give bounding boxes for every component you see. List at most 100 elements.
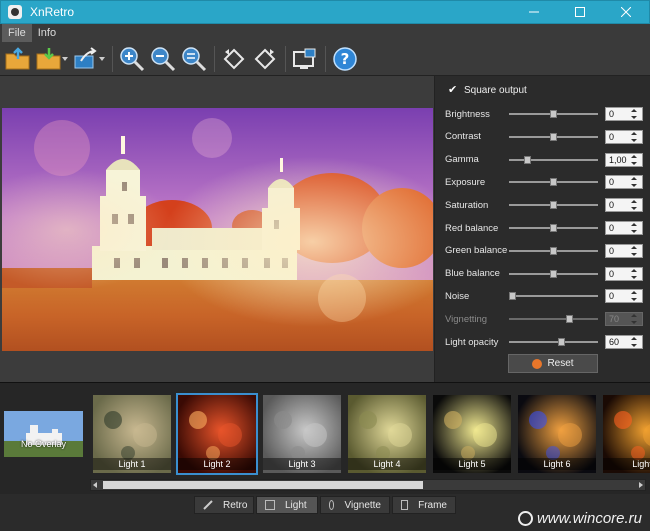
tab-vignette[interactable]: Vignette: [320, 496, 390, 514]
spinner-arrows-icon[interactable]: [631, 109, 640, 119]
adjustment-value-spinner[interactable]: 0: [605, 129, 643, 144]
adjustment-value-spinner[interactable]: 0: [605, 289, 643, 304]
save-button[interactable]: [35, 45, 63, 73]
adjustment-label: Brightness: [445, 108, 490, 120]
horizontal-scrollbar[interactable]: [90, 479, 646, 491]
scroll-right-icon[interactable]: [639, 482, 643, 488]
preview-image[interactable]: [2, 108, 433, 351]
close-icon: [621, 7, 631, 17]
spinner-arrows-icon[interactable]: [631, 200, 640, 211]
adjustment-value-spinner[interactable]: 0: [605, 221, 643, 235]
adjustment-slider[interactable]: [509, 268, 598, 280]
slider-thumb[interactable]: [558, 338, 565, 346]
close-button[interactable]: [603, 1, 649, 23]
adjustment-slider[interactable]: [509, 336, 598, 348]
export-dropdown-arrow[interactable]: [99, 56, 105, 61]
square-output-option[interactable]: ✔ Square output: [448, 85, 527, 97]
maximize-button[interactable]: [557, 1, 603, 23]
tab-retro[interactable]: Retro: [194, 496, 254, 514]
tab-frame[interactable]: Frame: [392, 496, 456, 514]
adjustment-value-spinner[interactable]: 0: [605, 243, 643, 258]
adjustment-slider[interactable]: [509, 154, 598, 166]
reset-button[interactable]: Reset: [508, 354, 598, 373]
open-button[interactable]: [4, 45, 32, 73]
slider-thumb[interactable]: [524, 155, 531, 164]
slider-thumb[interactable]: [550, 178, 557, 187]
adjustment-label: Contrast: [445, 131, 481, 143]
spinner-arrows-icon[interactable]: [631, 245, 640, 256]
adjustment-value-spinner[interactable]: 1,00: [605, 152, 643, 167]
adjustment-label: Saturation: [445, 199, 489, 211]
zoom-out-button[interactable]: [149, 45, 177, 73]
slider-thumb[interactable]: [550, 201, 557, 210]
spinner-arrows-icon[interactable]: [631, 223, 640, 233]
adjustment-value-spinner: 70: [605, 312, 643, 327]
rotate-left-button[interactable]: [220, 45, 248, 73]
overlay-thumbnail[interactable]: Light 2: [176, 393, 258, 475]
overlay-label: Light 6: [518, 458, 596, 470]
svg-text:?: ?: [341, 50, 350, 68]
overlay-label: Light 4: [348, 458, 426, 470]
slider-thumb[interactable]: [550, 269, 557, 278]
overlay-thumbnail[interactable]: Light: [603, 395, 650, 473]
square-output-checkbox[interactable]: ✔: [448, 85, 459, 96]
adjustment-slider[interactable]: [509, 108, 598, 120]
no-overlay-thumbnail[interactable]: No Overlay: [4, 411, 83, 457]
scroll-left-icon[interactable]: [93, 482, 97, 488]
fullscreen-icon: [293, 48, 316, 69]
adjustment-slider[interactable]: [509, 245, 598, 257]
watermark-logo-icon: [517, 511, 533, 526]
slider-thumb[interactable]: [550, 110, 557, 118]
adjustment-row: Noise 0: [445, 288, 645, 304]
minimize-button[interactable]: [511, 1, 557, 23]
overlay-thumbnail[interactable]: Light 1: [93, 395, 171, 473]
spinner-arrows-icon[interactable]: [631, 337, 640, 347]
slider-thumb[interactable]: [509, 292, 516, 301]
overlay-thumbnail[interactable]: Light 4: [348, 395, 426, 473]
menu-file[interactable]: File: [2, 24, 32, 42]
spinner-arrows-icon[interactable]: [631, 291, 640, 302]
adjustment-value-spinner[interactable]: 0: [605, 198, 643, 213]
adjustment-row: Green balance 0: [445, 243, 645, 259]
zoom-fit-button[interactable]: [180, 45, 208, 73]
spinner-arrows-icon[interactable]: [631, 154, 640, 165]
help-button[interactable]: ?: [331, 45, 359, 73]
overlay-thumbnail[interactable]: Light 5: [433, 395, 511, 473]
adjustment-slider[interactable]: [509, 176, 598, 188]
adjustment-row: Light opacity 60: [445, 334, 645, 350]
folder-open-icon: [5, 46, 30, 69]
slider-thumb[interactable]: [550, 224, 557, 232]
zoom-out-icon: [151, 46, 176, 71]
slider-thumb[interactable]: [550, 132, 557, 141]
save-dropdown-arrow[interactable]: [62, 56, 68, 61]
slider-thumb[interactable]: [550, 246, 557, 255]
export-button[interactable]: [72, 45, 100, 73]
adjustments-panel: ✔ Square output Brightness 0 Contrast 0 Gamm…: [436, 76, 650, 382]
spinner-arrows-icon[interactable]: [631, 131, 640, 142]
adjustment-slider[interactable]: [509, 199, 598, 211]
zoom-in-button[interactable]: [118, 45, 146, 73]
adjustment-value-spinner[interactable]: 0: [605, 107, 643, 121]
minimize-icon: [529, 11, 539, 13]
toolbar-separator: [285, 45, 286, 72]
menu-info[interactable]: Info: [32, 24, 62, 42]
overlay-thumbnail[interactable]: Light 3: [263, 395, 341, 473]
toolbar-separator: [112, 45, 113, 72]
slider-track: [509, 318, 598, 321]
adjustment-slider[interactable]: [509, 222, 598, 234]
adjustment-slider[interactable]: [509, 290, 598, 302]
scrollbar-thumb[interactable]: [103, 481, 423, 489]
tab-light[interactable]: Light: [256, 496, 318, 514]
adjustment-value: 1,00: [609, 154, 627, 165]
rotate-right-button[interactable]: [251, 45, 279, 73]
rotate-right-icon: [254, 48, 276, 69]
adjustment-value-spinner[interactable]: 0: [605, 266, 643, 281]
fullscreen-button[interactable]: [291, 45, 319, 73]
spinner-arrows-icon[interactable]: [631, 268, 640, 279]
adjustment-value-spinner[interactable]: 60: [605, 335, 643, 349]
spinner-arrows-icon[interactable]: [631, 177, 640, 188]
adjustment-value-spinner[interactable]: 0: [605, 175, 643, 190]
overlay-thumbnail[interactable]: Light 6: [518, 395, 596, 473]
adjustment-value: 0: [609, 177, 615, 188]
adjustment-slider[interactable]: [509, 131, 598, 143]
